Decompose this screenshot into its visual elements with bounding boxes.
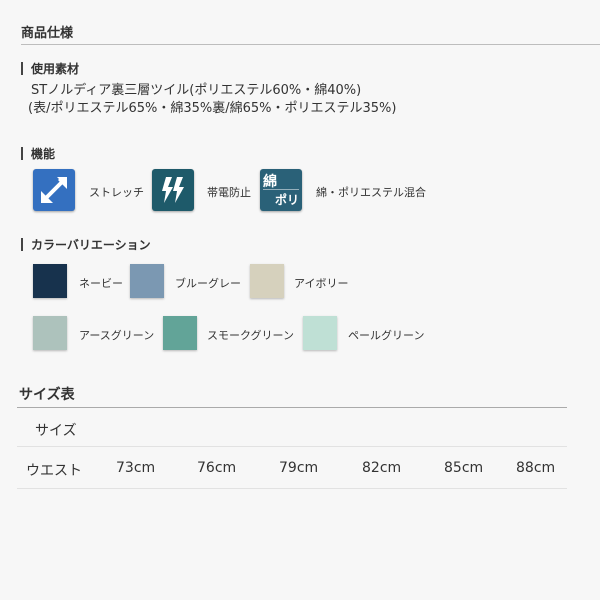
color-label-blue-gray: ブルーグレー (175, 277, 241, 290)
antistatic-icon (152, 169, 194, 211)
features-title: 機能 (31, 147, 56, 161)
material-title: 使用素材 (31, 62, 80, 76)
waist-value-4: 82cm (362, 460, 402, 476)
heading-bar (21, 238, 23, 251)
color-swatch-blue-gray (130, 264, 164, 298)
spec-title: 商品仕様 (21, 26, 74, 41)
color-swatch-navy (33, 264, 67, 298)
antistatic-graphic (162, 177, 184, 203)
waist-value-5: 85cm (444, 460, 484, 476)
stretch-arrow-icon (33, 169, 75, 211)
color-swatch-ivory (250, 264, 284, 298)
colors-title: カラーバリエーション (31, 238, 151, 252)
cotton-poly-icon: 綿 ポリ (260, 169, 302, 211)
waist-value-1: 73cm (116, 460, 156, 476)
color-label-navy: ネービー (79, 277, 123, 290)
waist-value-3: 79cm (279, 460, 319, 476)
cotton-poly-icon-text-2: ポリ (274, 193, 299, 207)
feature-label-antistatic: 帯電防止 (207, 186, 251, 199)
cotton-poly-icon-text-1: 綿 (263, 174, 277, 190)
waist-value-6: 88cm (516, 460, 556, 476)
color-swatch-earth-green (33, 316, 67, 350)
heading-bar (21, 147, 23, 160)
waist-value-2: 76cm (197, 460, 237, 476)
color-label-ivory: アイボリー (294, 277, 349, 290)
feature-label-stretch: ストレッチ (89, 186, 144, 199)
waist-label: ウエスト (26, 463, 82, 479)
material-line-2: (表/ポリエステル65%・綿35%裏/綿65%・ポリエステル35%) (28, 101, 397, 116)
spec-title-rule (21, 44, 600, 45)
size-table-bottom-rule (17, 488, 567, 489)
size-row-divider (17, 446, 567, 447)
heading-bar (21, 62, 23, 75)
size-table-title-rule (17, 407, 567, 408)
cotton-poly-divider (263, 189, 299, 190)
feature-label-cotton-poly: 綿・ポリエステル混合 (316, 186, 426, 199)
features-heading: 機能 (21, 145, 55, 162)
color-label-earth-green: アースグリーン (79, 329, 155, 342)
color-swatch-pale-green (303, 316, 337, 350)
colors-heading: カラーバリエーション (21, 236, 151, 253)
size-header: サイズ (35, 423, 77, 439)
color-swatch-smoke-green (163, 316, 197, 350)
color-label-pale-green: ペールグリーン (348, 329, 425, 342)
size-table-title: サイズ表 (19, 387, 75, 403)
stretch-arrow-graphic (41, 177, 67, 203)
material-heading: 使用素材 (21, 60, 79, 77)
color-label-smoke-green: スモークグリーン (207, 329, 295, 342)
material-line-1: STノルディア裏三層ツイル(ポリエステル60%・綿40%) (31, 83, 362, 98)
